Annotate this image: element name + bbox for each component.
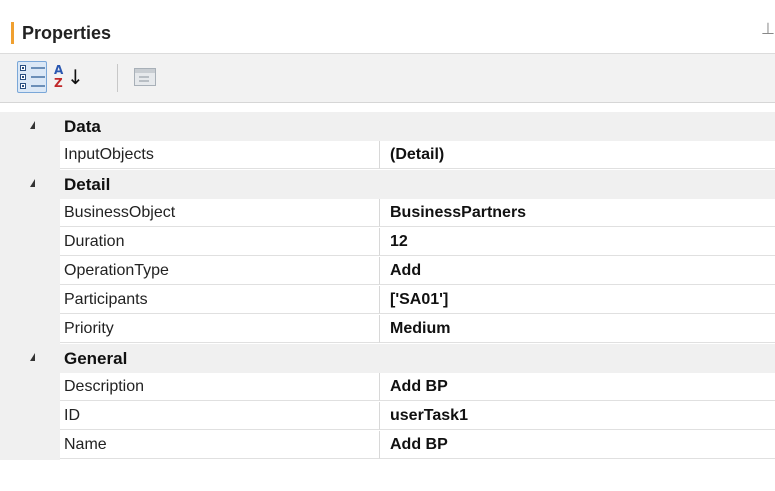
property-value[interactable]: ['SA01'] bbox=[380, 286, 775, 314]
categorized-list-icon bbox=[19, 65, 45, 89]
property-name[interactable]: Duration bbox=[60, 228, 380, 256]
row-gutter bbox=[0, 228, 60, 257]
toolbar-separator bbox=[117, 64, 118, 92]
property-name[interactable]: Priority bbox=[60, 315, 380, 343]
sort-az-icon: A Z ↓ bbox=[54, 63, 84, 90]
property-pages-icon bbox=[134, 68, 156, 86]
property-value[interactable]: Add bbox=[380, 257, 775, 285]
category-label: Data bbox=[64, 117, 101, 136]
collapse-triangle-icon[interactable] bbox=[30, 179, 35, 187]
property-row[interactable]: Duration 12 bbox=[0, 228, 775, 257]
properties-panel: Properties ⊥ A Z ↓ Data InputObjects (Deta… bbox=[0, 0, 775, 491]
category-row[interactable]: Data bbox=[0, 112, 775, 141]
row-gutter bbox=[0, 373, 60, 402]
property-grid: Data InputObjects (Detail) Detail BusinessOb… bbox=[0, 112, 775, 460]
property-value[interactable]: userTask1 bbox=[380, 402, 775, 430]
row-gutter bbox=[0, 286, 60, 315]
property-row[interactable]: Participants ['SA01'] bbox=[0, 286, 775, 315]
property-pages-button[interactable] bbox=[130, 62, 160, 92]
properties-toolbar: A Z ↓ bbox=[0, 53, 775, 103]
property-row[interactable]: InputObjects (Detail) bbox=[0, 141, 775, 170]
property-name[interactable]: OperationType bbox=[60, 257, 380, 285]
pin-icon[interactable]: ⊥ bbox=[761, 20, 775, 44]
property-row[interactable]: OperationType Add bbox=[0, 257, 775, 286]
category-row[interactable]: Detail bbox=[0, 170, 775, 199]
property-row[interactable]: ID userTask1 bbox=[0, 402, 775, 431]
property-name[interactable]: Description bbox=[60, 373, 380, 401]
row-gutter bbox=[0, 402, 60, 431]
categorized-view-button[interactable] bbox=[17, 61, 47, 93]
property-name[interactable]: InputObjects bbox=[60, 141, 380, 169]
panel-titlebar bbox=[0, 14, 775, 50]
panel-title: Properties bbox=[22, 23, 112, 43]
row-gutter bbox=[0, 315, 60, 344]
property-name[interactable]: Participants bbox=[60, 286, 380, 314]
property-row[interactable]: BusinessObject BusinessPartners bbox=[0, 199, 775, 228]
row-gutter bbox=[0, 257, 60, 286]
title-accent-bar bbox=[11, 22, 14, 44]
category-row[interactable]: General bbox=[0, 344, 775, 373]
property-value[interactable]: Medium bbox=[380, 315, 775, 343]
category-label: General bbox=[64, 349, 128, 368]
property-row[interactable]: Description Add BP bbox=[0, 373, 775, 402]
collapse-triangle-icon[interactable] bbox=[30, 353, 35, 361]
property-value[interactable]: BusinessPartners bbox=[380, 199, 775, 227]
category-label: Detail bbox=[64, 175, 111, 194]
property-row[interactable]: Priority Medium bbox=[0, 315, 775, 344]
property-name[interactable]: Name bbox=[60, 431, 380, 459]
collapse-triangle-icon[interactable] bbox=[30, 121, 35, 129]
property-value[interactable]: (Detail) bbox=[380, 141, 775, 169]
property-row[interactable]: Name Add BP bbox=[0, 431, 775, 460]
property-value[interactable]: Add BP bbox=[380, 373, 775, 401]
row-gutter bbox=[0, 431, 60, 460]
property-value[interactable]: 12 bbox=[380, 228, 775, 256]
property-value[interactable]: Add BP bbox=[380, 431, 775, 459]
property-name[interactable]: BusinessObject bbox=[60, 199, 380, 227]
property-name[interactable]: ID bbox=[60, 402, 380, 430]
row-gutter bbox=[0, 141, 60, 170]
row-gutter bbox=[0, 199, 60, 228]
alphabetical-sort-button[interactable]: A Z ↓ bbox=[50, 62, 84, 92]
